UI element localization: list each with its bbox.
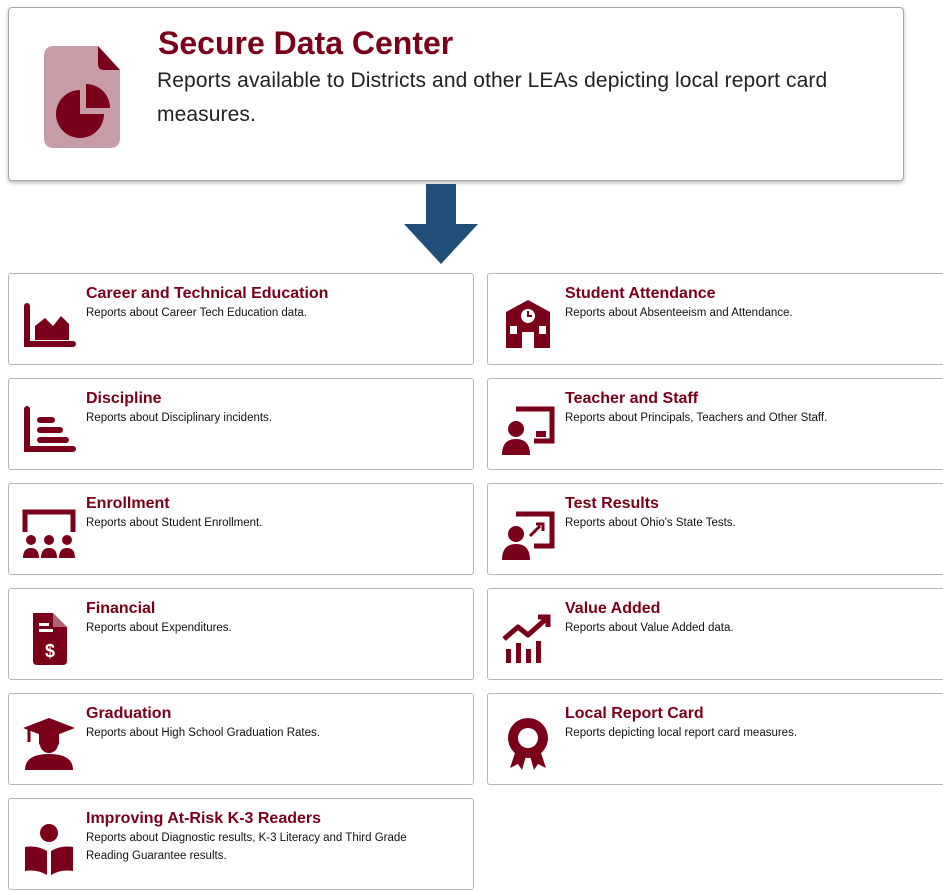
report-card-value-added[interactable]: Value Added Reports about Value Added dat… bbox=[487, 588, 943, 680]
report-card-title[interactable]: Enrollment bbox=[86, 494, 170, 513]
svg-text:$: $ bbox=[45, 641, 55, 661]
report-card-test-results[interactable]: Test Results Reports about Ohio's State T… bbox=[487, 483, 943, 575]
report-card-description: Reports about Disciplinary incidents. bbox=[86, 412, 273, 424]
reading-icon bbox=[20, 821, 78, 877]
teacher-board-icon bbox=[499, 401, 557, 457]
report-card-graduation[interactable]: Graduation Reports about High School Grad… bbox=[8, 693, 474, 785]
presentation-chart-icon bbox=[499, 506, 557, 562]
report-card-k3-readers[interactable]: Improving At-Risk K-3 Readers Reports abo… bbox=[8, 798, 474, 890]
pie-chart-document-icon bbox=[44, 46, 120, 148]
report-card-title[interactable]: Graduation bbox=[86, 704, 171, 723]
report-card-description: Reports about High School Graduation Rat… bbox=[86, 727, 320, 739]
report-card-description: Reports about Expenditures. bbox=[86, 622, 232, 634]
classroom-icon bbox=[20, 506, 78, 562]
area-chart-icon bbox=[20, 296, 78, 352]
report-card-student-attendance[interactable]: Student Attendance Reports about Absentee… bbox=[487, 273, 943, 365]
dollar-document-icon: $ bbox=[20, 611, 78, 667]
report-card-title[interactable]: Discipline bbox=[86, 389, 162, 408]
secure-data-center-header: Secure Data Center Reports available to … bbox=[8, 7, 904, 181]
report-card-description: Reports about Career Tech Education data… bbox=[86, 307, 307, 319]
report-card-title[interactable]: Value Added bbox=[565, 599, 660, 618]
report-card-description: Reports about Value Added data. bbox=[565, 622, 734, 634]
page-title: Secure Data Center bbox=[158, 25, 454, 61]
bar-chart-icon bbox=[20, 401, 78, 457]
graduate-icon bbox=[20, 716, 78, 772]
report-card-career-tech[interactable]: Career and Technical Education Reports ab… bbox=[8, 273, 474, 365]
report-card-title[interactable]: Local Report Card bbox=[565, 704, 704, 723]
report-card-title[interactable]: Test Results bbox=[565, 494, 659, 513]
school-building-icon bbox=[499, 296, 557, 352]
report-card-description: Reports about Principals, Teachers and O… bbox=[565, 412, 828, 424]
award-badge-icon bbox=[499, 716, 557, 772]
report-card-description: Reports about Diagnostic results, K-3 Li… bbox=[86, 832, 407, 862]
page-description: Reports available to Districts and other… bbox=[157, 69, 828, 126]
report-card-title[interactable]: Student Attendance bbox=[565, 284, 716, 303]
report-card-discipline[interactable]: Discipline Reports about Disciplinary inc… bbox=[8, 378, 474, 470]
growth-chart-icon bbox=[499, 611, 557, 667]
report-card-local-report-card[interactable]: Local Report Card Reports depicting local… bbox=[487, 693, 943, 785]
report-card-title[interactable]: Improving At-Risk K-3 Readers bbox=[86, 809, 321, 828]
report-card-enrollment[interactable]: Enrollment Reports about Student Enrollme… bbox=[8, 483, 474, 575]
report-card-teacher-staff[interactable]: Teacher and Staff Reports about Principal… bbox=[487, 378, 943, 470]
report-card-description: Reports about Ohio's State Tests. bbox=[565, 517, 736, 529]
report-card-title[interactable]: Teacher and Staff bbox=[565, 389, 698, 408]
report-card-description: Reports about Student Enrollment. bbox=[86, 517, 263, 529]
report-card-financial[interactable]: $ Financial Reports about Expenditures. bbox=[8, 588, 474, 680]
report-card-title[interactable]: Career and Technical Education bbox=[86, 284, 328, 303]
arrow-down-icon bbox=[404, 184, 478, 264]
report-card-title[interactable]: Financial bbox=[86, 599, 155, 618]
report-card-description: Reports depicting local report card meas… bbox=[565, 727, 798, 739]
report-card-description: Reports about Absenteeism and Attendance… bbox=[565, 307, 793, 319]
